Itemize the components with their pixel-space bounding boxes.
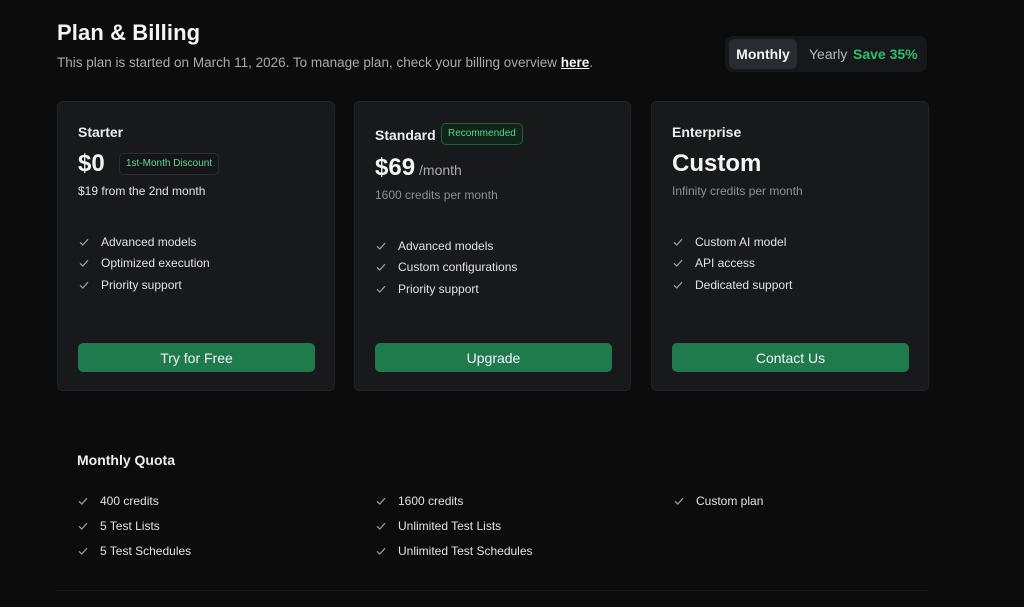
discount-badge: 1st-Month Discount	[119, 153, 220, 175]
quota-item: 1600 credits	[375, 488, 533, 513]
quota-item: 5 Test Schedules	[77, 538, 191, 563]
page-subtitle: This plan is started on March 11, 2026. …	[57, 55, 593, 70]
check-icon	[78, 547, 88, 555]
feature-list: Custom AI model API access Dedicated sup…	[672, 231, 792, 296]
feature-item: Priority support	[375, 278, 517, 300]
price-note: $19 from the 2nd month	[78, 184, 206, 198]
plan-price: $69/month	[375, 154, 462, 182]
feature-label: Advanced models	[101, 234, 197, 249]
quota-label: Unlimited Test Schedules	[398, 543, 533, 558]
feature-label: Custom configurations	[398, 260, 518, 275]
price-amount: $69	[375, 154, 416, 181]
feature-label: Priority support	[398, 281, 479, 296]
feature-list: Advanced models Custom configurations Pr…	[375, 235, 517, 300]
feature-item: Custom configurations	[375, 257, 517, 279]
bottom-divider	[57, 590, 928, 591]
quota-item: Unlimited Test Schedules	[375, 538, 533, 563]
check-icon	[376, 264, 386, 272]
feature-label: API access	[695, 256, 756, 271]
billing-overview-link[interactable]: here	[561, 55, 590, 70]
check-icon	[79, 238, 89, 246]
feature-list: Advanced models Optimized execution Prio…	[78, 231, 210, 296]
quota-list-enterprise: Custom plan	[673, 488, 763, 513]
check-icon	[78, 497, 88, 505]
price-note: 1600 credits per month	[375, 188, 498, 202]
feature-item: Dedicated support	[672, 274, 792, 296]
feature-item: Advanced models	[78, 231, 210, 253]
check-icon	[674, 497, 684, 505]
billing-period-toggle: Monthly Yearly Save 35%	[725, 36, 927, 72]
plan-name: Starter	[78, 124, 124, 140]
subtitle-text: This plan is started on March 11, 2026. …	[57, 55, 561, 70]
check-icon	[376, 285, 386, 293]
plan-price: $0	[78, 150, 105, 177]
plan-card-standard: Standard Recommended $69/month 1600 cred…	[354, 101, 631, 391]
upgrade-button[interactable]: Upgrade	[375, 343, 612, 372]
yearly-save-label: Save 35%	[853, 46, 918, 62]
plan-card-starter: Starter $0 1st-Month Discount $19 from t…	[57, 101, 335, 391]
check-icon	[376, 547, 386, 555]
feature-label: Custom AI model	[695, 234, 787, 249]
quota-list-standard: 1600 credits Unlimited Test Lists Unlimi…	[375, 488, 533, 563]
quota-title: Monthly Quota	[77, 452, 175, 468]
feature-label: Optimized execution	[101, 256, 210, 271]
recommended-badge: Recommended	[441, 123, 523, 145]
quota-label: 5 Test Schedules	[100, 543, 192, 558]
subtitle-suffix: .	[589, 55, 594, 70]
plan-name: Enterprise	[672, 124, 742, 140]
feature-label: Priority support	[101, 277, 182, 292]
check-icon	[673, 281, 683, 289]
quota-item: Unlimited Test Lists	[375, 513, 533, 538]
try-for-free-button[interactable]: Try for Free	[78, 343, 315, 372]
toggle-monthly[interactable]: Monthly	[729, 39, 797, 69]
feature-label: Advanced models	[398, 238, 494, 253]
price-note: Infinity credits per month	[672, 184, 803, 198]
feature-item: Optimized execution	[78, 253, 210, 275]
feature-item: API access	[672, 253, 792, 275]
quota-item: 400 credits	[77, 488, 191, 513]
plan-name: Standard	[375, 127, 436, 143]
quota-label: 1600 credits	[398, 493, 464, 508]
quota-label: 5 Test Lists	[100, 518, 160, 533]
check-icon	[79, 260, 89, 268]
quota-item: 5 Test Lists	[77, 513, 191, 538]
plan-card-enterprise: Enterprise Custom Infinity credits per m…	[651, 101, 929, 391]
check-icon	[79, 281, 89, 289]
check-icon	[376, 242, 386, 250]
contact-us-button[interactable]: Contact Us	[672, 343, 909, 372]
check-icon	[78, 522, 88, 530]
price-period: /month	[419, 162, 462, 178]
quota-label: 400 credits	[100, 493, 159, 508]
quota-label: Custom plan	[696, 493, 764, 508]
feature-item: Custom AI model	[672, 231, 792, 253]
quota-list-starter: 400 credits 5 Test Lists 5 Test Schedule…	[77, 488, 191, 563]
quota-label: Unlimited Test Lists	[398, 518, 502, 533]
feature-label: Dedicated support	[695, 277, 793, 292]
check-icon	[673, 260, 683, 268]
feature-item: Advanced models	[375, 235, 517, 257]
check-icon	[376, 522, 386, 530]
check-icon	[376, 497, 386, 505]
feature-item: Priority support	[78, 274, 210, 296]
page-title: Plan & Billing	[57, 20, 201, 45]
quota-item: Custom plan	[673, 488, 763, 513]
plan-price: Custom	[672, 150, 762, 177]
toggle-yearly[interactable]: Yearly	[809, 39, 847, 69]
check-icon	[673, 238, 683, 246]
